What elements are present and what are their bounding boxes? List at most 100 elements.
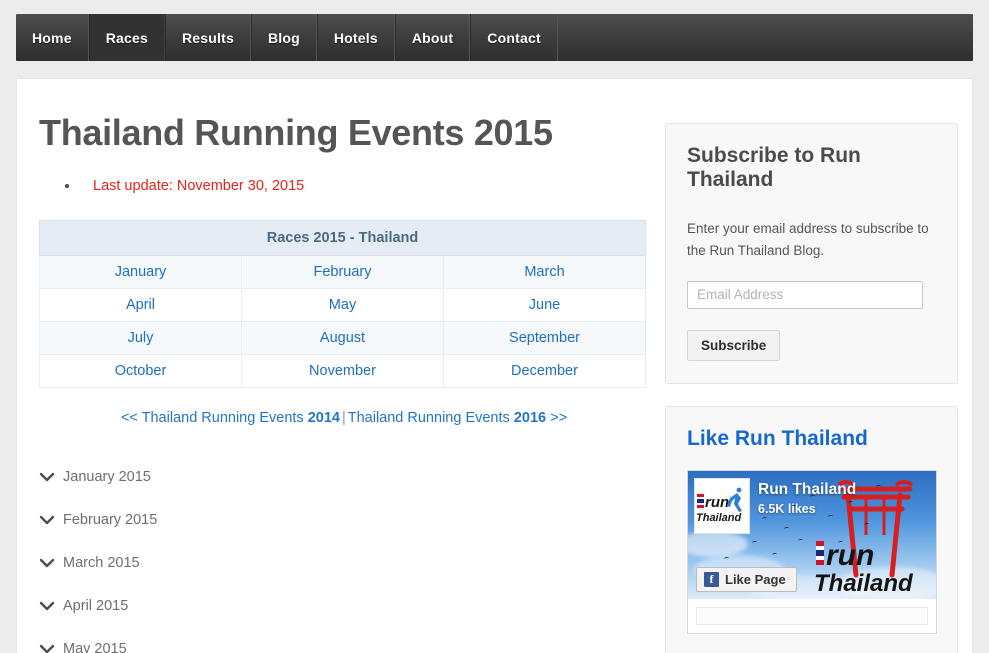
facebook-widget-title: Like Run Thailand	[687, 426, 868, 450]
month-link-march[interactable]: March	[524, 264, 564, 280]
bird-icon	[875, 484, 882, 489]
chevron-down-icon	[39, 470, 55, 484]
page-root: Home Races Results Blog Hotels About Con…	[0, 0, 989, 653]
facebook-card-body	[688, 598, 936, 633]
month-link-april[interactable]: April	[126, 297, 155, 313]
year-nav-separator: |	[341, 409, 346, 426]
month-link-february[interactable]: February	[313, 264, 371, 280]
month-cell[interactable]: March	[443, 254, 646, 289]
month-cell[interactable]: February	[241, 254, 444, 289]
nav-item-label: About	[411, 29, 454, 46]
table-row: July August September	[39, 320, 646, 355]
email-field[interactable]	[687, 280, 923, 309]
table-row: October November December	[39, 353, 646, 388]
accordion-item-april[interactable]: April 2015	[39, 585, 649, 628]
subscribe-widget-title: Subscribe to Run Thailand	[687, 144, 861, 192]
month-link-august[interactable]: August	[320, 330, 365, 346]
update-note-list: Last update: November 30, 2015	[39, 176, 649, 198]
accordion-item-january[interactable]: January 2015	[39, 456, 649, 499]
sidebar: Subscribe to Run Thailand Enter your ema…	[665, 123, 958, 653]
accordion-item-label: March 2015	[63, 555, 140, 572]
month-cell[interactable]: November	[241, 353, 444, 388]
month-link-january[interactable]: January	[115, 264, 167, 280]
month-cell[interactable]: September	[443, 320, 646, 355]
month-cell[interactable]: April	[39, 287, 242, 322]
table-row: January February March	[39, 254, 646, 289]
bird-icon	[751, 540, 758, 545]
article-column: Thailand Running Events 2015 Last update…	[39, 111, 649, 653]
months-table-caption: Races 2015 - Thailand	[39, 219, 646, 256]
accordion-item-label: January 2015	[63, 469, 151, 486]
month-link-december[interactable]: December	[511, 363, 578, 379]
bird-icon	[847, 500, 854, 505]
bird-icon	[797, 538, 804, 543]
bird-icon	[783, 526, 790, 531]
svg-text:run: run	[705, 494, 729, 511]
chevron-down-icon	[39, 642, 55, 653]
previous-year-prefix: << Thailand Running Events	[120, 409, 308, 426]
like-page-button[interactable]: f Like Page	[696, 566, 797, 592]
nav-item-contact[interactable]: Contact	[470, 14, 558, 61]
month-cell[interactable]: June	[443, 287, 646, 322]
month-accordion: January 2015 February 2015 March 2015 Ap…	[39, 456, 649, 653]
bird-icon	[863, 522, 870, 527]
nav-item-label: Home	[32, 29, 72, 46]
facebook-page-name: Run Thailand	[758, 480, 857, 498]
main-navigation: Home Races Results Blog Hotels About Con…	[16, 14, 973, 61]
chevron-down-icon	[39, 599, 55, 613]
nav-item-label: Results	[181, 29, 234, 46]
facebook-card-placeholder	[696, 606, 928, 625]
avatar-logo-icon: run Thailand	[696, 487, 742, 524]
facebook-page-card: run Thailand run Thailand Run Thailand 6…	[687, 469, 937, 634]
content-panel: Thailand Running Events 2015 Last update…	[16, 78, 973, 653]
next-year-value: 2016	[513, 409, 547, 426]
months-table: Races 2015 - Thailand January February M…	[39, 219, 646, 388]
nav-item-label: Contact	[487, 29, 541, 46]
bird-icon	[771, 552, 778, 557]
cloud-shape	[688, 530, 748, 557]
nav-item-results[interactable]: Results	[164, 14, 251, 61]
table-row: April May June	[39, 287, 646, 322]
month-cell[interactable]: August	[241, 320, 444, 355]
table-header-row: Races 2015 - Thailand	[39, 219, 646, 256]
nav-item-races[interactable]: Races	[88, 14, 165, 61]
accordion-item-may[interactable]: May 2015	[39, 628, 649, 653]
month-cell[interactable]: October	[39, 353, 242, 388]
month-link-november[interactable]: November	[309, 363, 376, 379]
accordion-item-label: February 2015	[63, 512, 158, 529]
month-link-june[interactable]: June	[529, 297, 560, 313]
month-cell[interactable]: December	[443, 353, 646, 388]
previous-year-value: 2014	[307, 409, 340, 426]
month-cell[interactable]: May	[241, 287, 444, 322]
nav-item-blog[interactable]: Blog	[250, 14, 317, 61]
year-navigation: << Thailand Running Events 2014 | Thailand…	[39, 410, 649, 426]
nav-item-about[interactable]: About	[394, 14, 471, 61]
month-link-may[interactable]: May	[329, 297, 356, 313]
bird-icon	[761, 516, 768, 521]
nav-item-label: Blog	[267, 29, 300, 46]
facebook-cover-photo: run Thailand run Thailand Run Thailand 6…	[688, 470, 936, 599]
facebook-f-icon: f	[704, 571, 719, 587]
accordion-item-february[interactable]: February 2015	[39, 499, 649, 542]
subscribe-button[interactable]: Subscribe	[687, 329, 781, 361]
subscribe-widget-description: Enter your email address to subscribe to…	[687, 221, 929, 258]
nav-item-home[interactable]: Home	[16, 14, 89, 61]
month-link-september[interactable]: September	[509, 330, 580, 346]
chevron-down-icon	[39, 556, 55, 570]
next-year-link[interactable]: Thailand Running Events 2016 >>	[348, 410, 567, 426]
next-year-suffix: >>	[546, 409, 568, 426]
svg-text:run: run	[826, 539, 874, 572]
previous-year-link[interactable]: << Thailand Running Events 2014	[121, 410, 340, 426]
facebook-like-count: 6.5K likes	[758, 501, 816, 516]
accordion-item-march[interactable]: March 2015	[39, 542, 649, 585]
month-link-october[interactable]: October	[115, 363, 167, 379]
month-cell[interactable]: January	[39, 254, 242, 289]
month-cell[interactable]: July	[39, 320, 242, 355]
svg-text:Thailand: Thailand	[696, 512, 742, 524]
subscribe-widget: Subscribe to Run Thailand Enter your ema…	[665, 123, 958, 384]
nav-item-hotels[interactable]: Hotels	[316, 14, 395, 61]
chevron-down-icon	[39, 513, 55, 527]
accordion-item-label: April 2015	[63, 598, 129, 615]
month-link-july[interactable]: July	[128, 330, 154, 346]
avatar: run Thailand	[694, 477, 750, 534]
